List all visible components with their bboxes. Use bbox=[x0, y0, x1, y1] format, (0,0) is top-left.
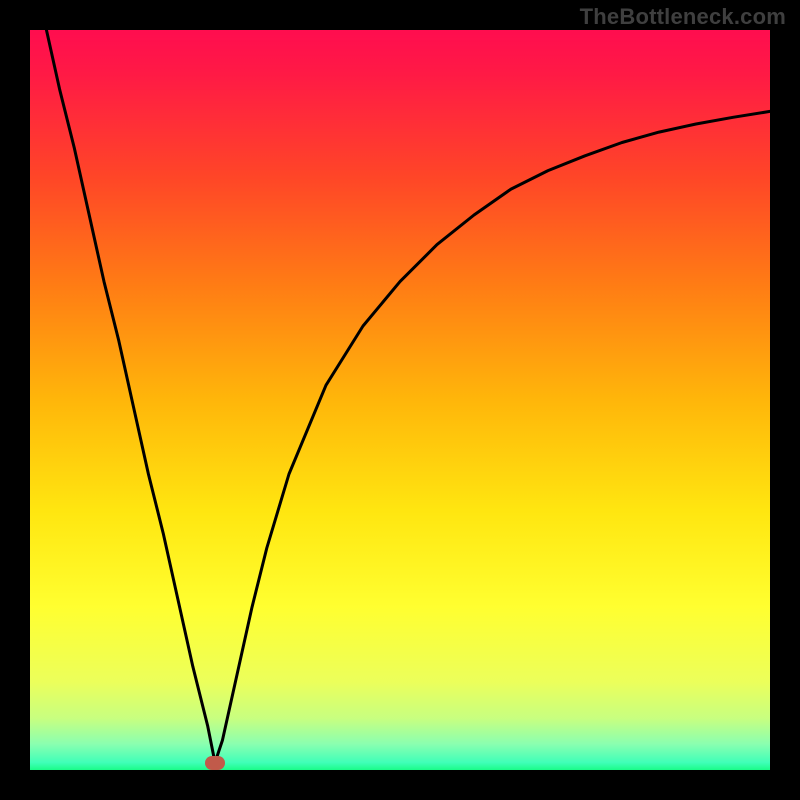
plot-area bbox=[30, 30, 770, 770]
bottleneck-curve bbox=[30, 30, 770, 770]
watermark-text: TheBottleneck.com bbox=[580, 4, 786, 30]
minimum-marker bbox=[205, 756, 225, 770]
chart-frame: TheBottleneck.com bbox=[0, 0, 800, 800]
